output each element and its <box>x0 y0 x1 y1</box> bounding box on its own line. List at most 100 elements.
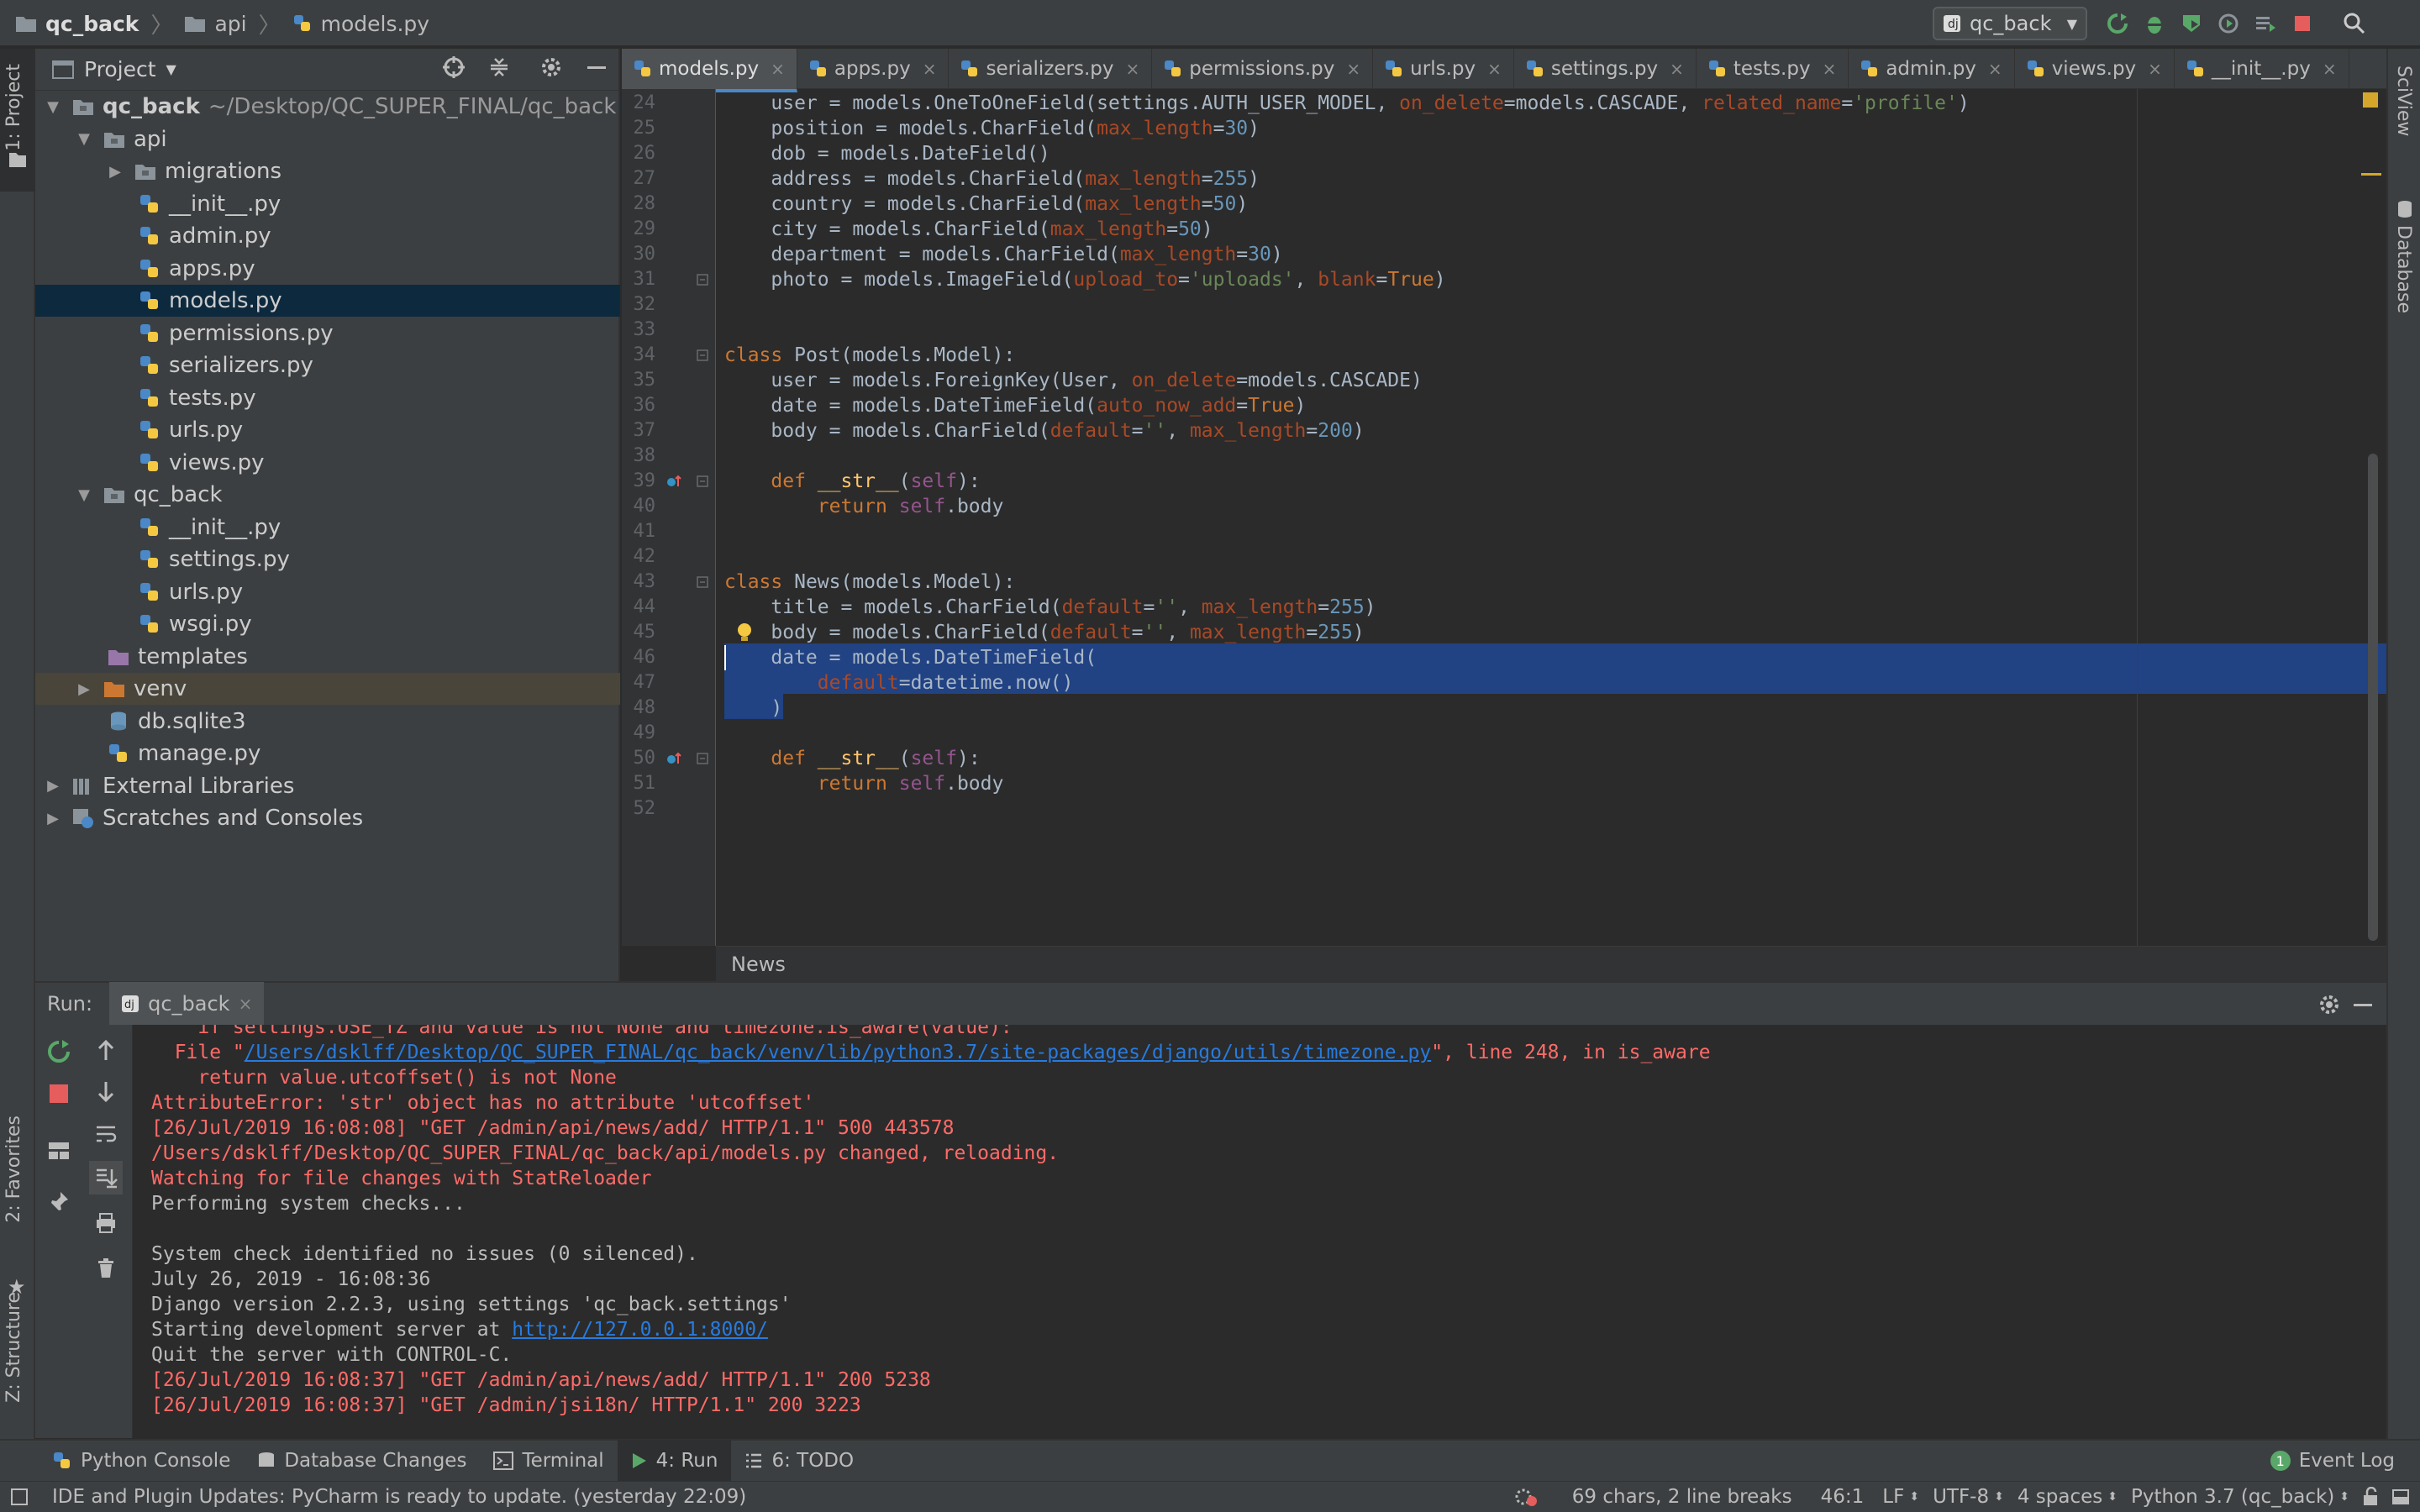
collapsed-arrow-icon[interactable]: ▶ <box>106 163 124 181</box>
collapsed-arrow-icon[interactable]: ▶ <box>44 810 62 827</box>
fold-marker-icon[interactable] <box>696 575 709 589</box>
chevron-down-icon[interactable]: ▼ <box>166 61 176 77</box>
print-icon[interactable] <box>94 1211 118 1235</box>
coverage-icon[interactable] <box>2178 10 2205 37</box>
trash-icon[interactable] <box>94 1257 118 1280</box>
editor-tab[interactable]: serializers.py × <box>949 49 1153 89</box>
tree-item[interactable]: ▶ External Libraries <box>35 770 620 802</box>
tree-item[interactable]: models.py <box>35 285 620 317</box>
interpreter-setting[interactable]: Python 3.7 (qc_back) <box>2131 1486 2334 1508</box>
up-arrow-icon[interactable] <box>94 1038 118 1062</box>
editor-tab[interactable]: urls.py × <box>1373 49 1514 89</box>
concurrency-icon[interactable] <box>2252 10 2279 37</box>
collapsed-arrow-icon[interactable]: ▶ <box>44 777 62 795</box>
editor-tab[interactable]: settings.py × <box>1514 49 1697 89</box>
lock-icon[interactable] <box>2361 1487 2380 1507</box>
close-icon[interactable]: × <box>771 59 785 79</box>
expanded-arrow-icon[interactable]: ▼ <box>75 130 93 148</box>
tree-item[interactable]: ▶ migrations <box>35 155 620 187</box>
breadcrumb-item-api[interactable]: api <box>184 12 247 36</box>
breadcrumb-item-project[interactable]: qc_back <box>15 12 139 36</box>
editor-breadcrumb[interactable]: News <box>716 946 2386 981</box>
database-tool-button[interactable]: Database <box>2388 200 2420 368</box>
gear-icon[interactable] <box>2317 993 2341 1016</box>
tree-item[interactable]: views.py <box>35 447 620 479</box>
profile-icon[interactable] <box>2215 10 2242 37</box>
editor-tab[interactable]: __init__.py × <box>2175 49 2349 89</box>
caret-position[interactable]: 46:1 <box>1821 1486 1865 1508</box>
warning-marker[interactable] <box>2363 92 2378 108</box>
breadcrumb-item-file[interactable]: models.py <box>292 12 429 36</box>
tool-windows-toggle-icon[interactable] <box>10 1488 29 1506</box>
tree-item[interactable]: wsgi.py <box>35 608 620 640</box>
editor-tab[interactable]: admin.py × <box>1849 49 2015 89</box>
favorites-tool-button[interactable]: 2: Favorites ★ <box>0 1116 35 1309</box>
editor-tab[interactable]: views.py × <box>2015 49 2175 89</box>
run-tool-button[interactable]: 4: Run <box>617 1440 732 1482</box>
stop-icon[interactable] <box>2289 10 2316 37</box>
collapse-all-icon[interactable] <box>487 55 511 79</box>
tree-item[interactable]: urls.py <box>35 414 620 446</box>
fold-marker-icon[interactable] <box>696 349 709 362</box>
run-configuration-select[interactable]: dj qc_back ▼ <box>1933 7 2087 40</box>
project-tool-button[interactable]: 1: Project <box>0 49 35 192</box>
error-stripe-mark[interactable] <box>2361 173 2381 176</box>
close-icon[interactable]: × <box>2148 59 2162 79</box>
memory-indicator-icon[interactable] <box>2391 1487 2410 1507</box>
close-icon[interactable]: × <box>1346 59 1360 79</box>
scroll-to-end-icon[interactable] <box>89 1161 123 1194</box>
tree-item[interactable]: ▶ venv <box>35 673 620 705</box>
todo-tool-button[interactable]: 6: TODO <box>731 1440 867 1482</box>
expanded-arrow-icon[interactable]: ▼ <box>75 486 93 504</box>
tree-item[interactable]: ▼ api <box>35 123 620 155</box>
fold-marker-icon[interactable] <box>696 475 709 488</box>
tree-item[interactable]: templates <box>35 641 620 673</box>
terminal-tool-button[interactable]: Terminal <box>480 1440 617 1482</box>
rerun-icon[interactable] <box>45 1038 72 1065</box>
close-icon[interactable]: × <box>1823 59 1837 79</box>
close-icon[interactable]: × <box>1670 59 1684 79</box>
editor-tab[interactable]: tests.py × <box>1697 49 1849 89</box>
tree-item[interactable]: settings.py <box>35 543 620 575</box>
stop-icon[interactable] <box>47 1082 71 1105</box>
pin-icon[interactable] <box>47 1189 71 1213</box>
tree-item[interactable]: ▶ Scratches and Consoles <box>35 802 620 834</box>
scrollbar[interactable] <box>2368 454 2378 941</box>
status-message[interactable]: IDE and Plugin Updates: PyCharm is ready… <box>52 1486 746 1508</box>
gear-icon[interactable] <box>539 55 563 79</box>
tree-item[interactable]: admin.py <box>35 220 620 252</box>
fold-marker-icon[interactable] <box>696 752 709 765</box>
run-tab-qc-back[interactable]: dj qc_back × <box>109 982 265 1026</box>
project-view-select[interactable]: Project <box>84 57 156 81</box>
override-method-icon[interactable] <box>666 473 684 490</box>
editor-tab[interactable]: permissions.py × <box>1152 49 1374 89</box>
tree-item[interactable]: ▼ qc_back <box>35 479 620 511</box>
soft-wrap-icon[interactable] <box>94 1122 118 1146</box>
database-changes-tool-button[interactable]: Database Changes <box>244 1440 480 1482</box>
search-everywhere-icon[interactable] <box>2341 10 2368 37</box>
code-editor[interactable]: user = models.OneToOneField(settings.AUT… <box>716 89 2386 946</box>
run-console-output[interactable]: if settings.USE_TZ and value is not None… <box>133 1025 2386 1438</box>
line-separator[interactable]: LF <box>1882 1486 1904 1508</box>
override-method-icon[interactable] <box>666 750 684 767</box>
layout-icon[interactable] <box>47 1139 71 1163</box>
console-link[interactable]: /Users/dsklff/Desktop/QC_SUPER_FINAL/qc_… <box>245 1042 1431 1063</box>
tree-item[interactable]: apps.py <box>35 253 620 285</box>
tree-item[interactable]: __init__.py <box>35 188 620 220</box>
rerun-icon[interactable] <box>2104 10 2131 37</box>
tree-item[interactable]: serializers.py <box>35 349 620 381</box>
down-arrow-icon[interactable] <box>94 1080 118 1104</box>
close-icon[interactable]: × <box>239 994 253 1014</box>
tree-item[interactable]: __init__.py <box>35 512 620 543</box>
tree-item[interactable]: tests.py <box>35 382 620 414</box>
event-log-tool-button[interactable]: 1 Event Log <box>2257 1440 2408 1482</box>
console-link[interactable]: http://127.0.0.1:8000/ <box>512 1319 768 1341</box>
hide-icon[interactable] <box>585 55 608 79</box>
tree-item[interactable]: permissions.py <box>35 318 620 349</box>
editor-tab[interactable]: models.py × <box>622 49 797 92</box>
locate-icon[interactable] <box>442 55 466 79</box>
collapsed-arrow-icon[interactable]: ▶ <box>75 680 93 698</box>
debug-icon[interactable] <box>2141 10 2168 37</box>
structure-tool-button[interactable]: Z: Structure <box>0 1292 35 1435</box>
close-icon[interactable]: × <box>1126 59 1140 79</box>
